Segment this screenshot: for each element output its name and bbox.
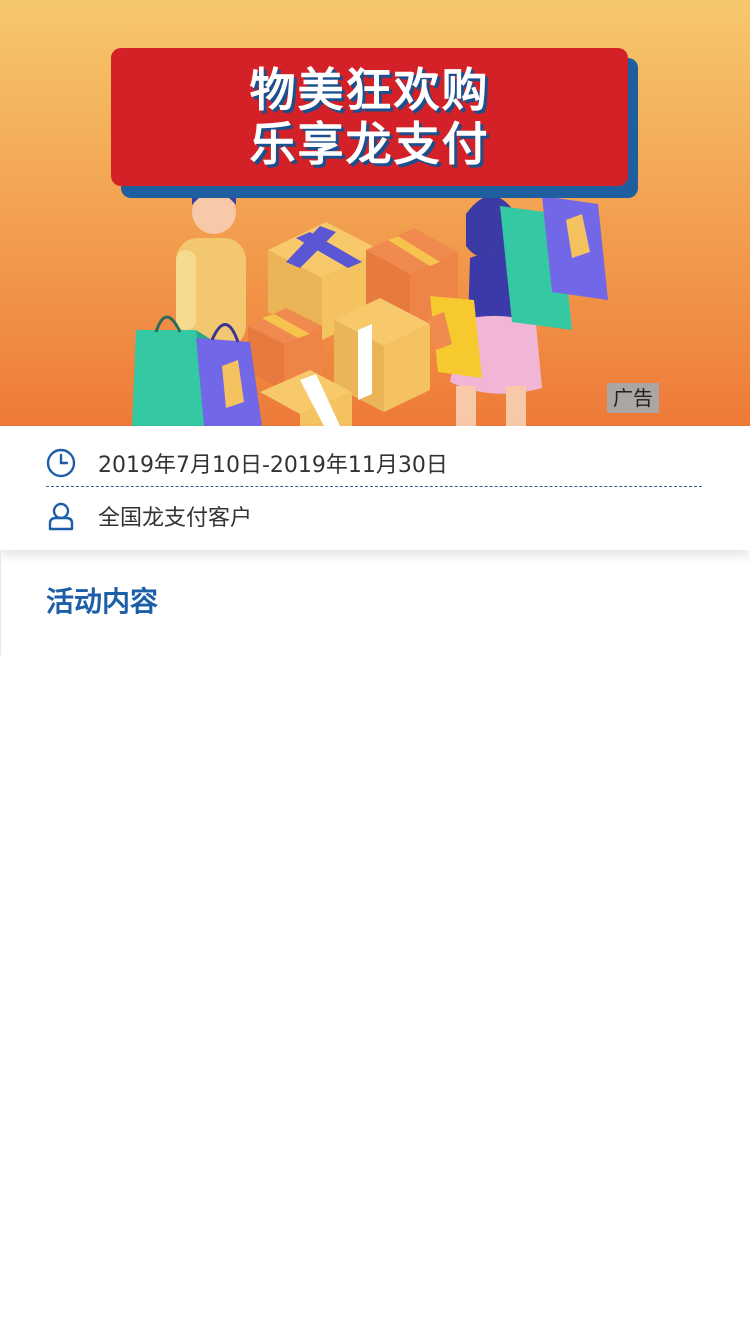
banner-title-box: 物美狂欢购 乐享龙支付 — [111, 48, 628, 186]
page: 物美狂欢购 乐享龙支付 广告 2019年7月10日-2019年11月30日 全国… — [0, 0, 750, 1333]
banner-title-line-2: 乐享龙支付 — [249, 117, 490, 171]
activity-audience-row: 全国龙支付客户 — [46, 496, 702, 536]
user-icon — [46, 501, 76, 531]
activity-audience: 全国龙支付客户 — [98, 506, 253, 531]
ad-badge: 广告 — [607, 383, 659, 413]
banner-title-line-1: 物美狂欢购 — [249, 63, 490, 117]
content-left-border — [0, 550, 1, 655]
activity-info-card: 2019年7月10日-2019年11月30日 全国龙支付客户 — [0, 426, 750, 550]
activity-date-range: 2019年7月10日-2019年11月30日 — [98, 453, 448, 478]
activity-date-row: 2019年7月10日-2019年11月30日 — [46, 440, 702, 487]
clock-icon — [46, 448, 76, 478]
section-title-activity-content: 活动内容 — [46, 585, 159, 618]
promo-banner[interactable]: 物美狂欢购 乐享龙支付 广告 — [0, 0, 750, 426]
